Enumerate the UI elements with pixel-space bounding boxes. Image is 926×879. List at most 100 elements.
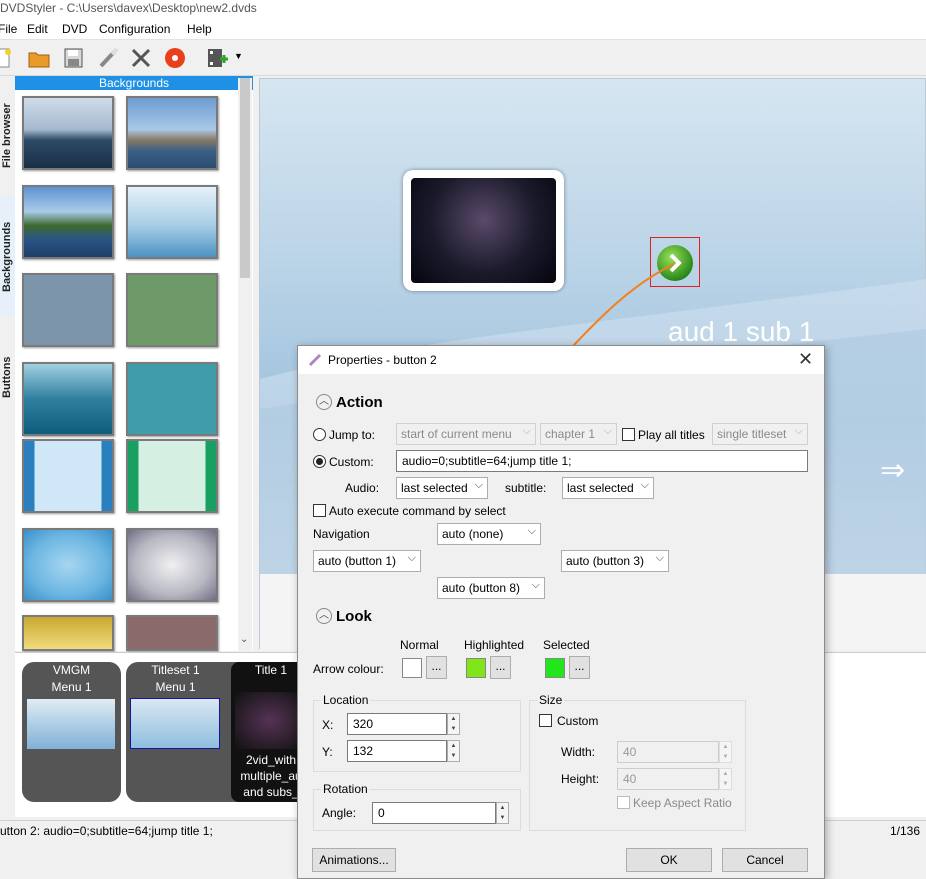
auto-execute-checkbox[interactable] xyxy=(313,504,326,517)
background-thumb[interactable] xyxy=(22,528,114,602)
y-label: Y: xyxy=(322,745,333,759)
menu-dvd[interactable]: DVD xyxy=(62,22,87,36)
play-all-titles-checkbox[interactable] xyxy=(622,428,635,441)
new-icon[interactable] xyxy=(0,47,16,69)
add-file-icon[interactable] xyxy=(205,47,229,69)
status-text: utton 2: audio=0;subtitle=64;jump title … xyxy=(0,824,213,838)
background-thumb[interactable] xyxy=(126,362,218,436)
dialog-title: Properties - button 2 xyxy=(328,353,437,367)
background-thumb[interactable] xyxy=(22,615,114,651)
chevron-down-icon[interactable]: ▼ xyxy=(234,51,246,73)
highlighted-color-swatch[interactable] xyxy=(466,658,486,678)
background-thumb[interactable] xyxy=(22,273,114,347)
vmgm-menu-thumb[interactable] xyxy=(27,699,115,749)
angle-spinner[interactable]: ▲ ▼ xyxy=(496,802,509,824)
keep-aspect-label: Keep Aspect Ratio xyxy=(633,796,732,810)
x-input[interactable]: 320 xyxy=(347,713,447,735)
dvdstyler-icon xyxy=(308,353,322,367)
ok-button[interactable]: OK xyxy=(626,848,712,872)
vmgm-card[interactable]: VMGM Menu 1 xyxy=(22,662,121,802)
save-icon[interactable] xyxy=(62,47,86,69)
menu-help[interactable]: Help xyxy=(187,22,212,36)
side-tabs: File browser Backgrounds Buttons xyxy=(0,76,15,651)
background-thumb[interactable] xyxy=(126,615,218,651)
chapter-select[interactable]: chapter 1 ⌵ xyxy=(540,423,617,445)
width-input[interactable]: 40 xyxy=(617,741,719,763)
size-custom-checkbox[interactable] xyxy=(539,714,552,727)
custom-label: Custom: xyxy=(329,455,374,469)
close-icon[interactable]: ✕ xyxy=(798,349,813,370)
normal-color-button[interactable]: ... xyxy=(426,656,447,679)
collapse-icon[interactable]: ︿ xyxy=(316,394,332,410)
normal-label: Normal xyxy=(400,638,439,652)
title-thumb[interactable] xyxy=(235,692,305,749)
x-spinner[interactable]: ▲ ▼ xyxy=(447,713,460,735)
background-thumb[interactable] xyxy=(126,96,218,170)
nav-right-select[interactable]: auto (button 3) ⌵ xyxy=(561,550,669,572)
angle-input[interactable]: 0 xyxy=(372,802,496,824)
tab-file-browser[interactable]: File browser xyxy=(0,86,15,186)
custom-command-input[interactable]: audio=0;subtitle=64;jump title 1; xyxy=(396,450,808,472)
titleset-mode-select[interactable]: single titleset ⌵ xyxy=(712,423,808,445)
tab-backgrounds[interactable]: Backgrounds xyxy=(0,196,15,316)
audio-select[interactable]: last selected ⌵ xyxy=(396,477,488,499)
scroll-down-icon[interactable]: ⌄ xyxy=(240,634,248,645)
background-thumb[interactable] xyxy=(126,185,218,259)
normal-color-swatch[interactable] xyxy=(402,658,422,678)
auto-execute-label: Auto execute command by select xyxy=(329,504,506,518)
arrow-colour-label: Arrow colour: xyxy=(313,662,384,676)
menu-file[interactable]: File xyxy=(0,22,17,36)
open-folder-icon[interactable] xyxy=(27,47,51,69)
background-thumb[interactable] xyxy=(22,439,114,513)
subtitle-select[interactable]: last selected ⌵ xyxy=(562,477,654,499)
height-label: Height: xyxy=(561,772,600,786)
menu-bar: File Edit DVD Configuration Help xyxy=(0,18,926,40)
angle-label: Angle: xyxy=(322,806,357,820)
y-spinner[interactable]: ▲ ▼ xyxy=(447,740,460,762)
play-all-titles-label: Play all titles xyxy=(638,428,705,442)
highlighted-color-button[interactable]: ... xyxy=(490,656,511,679)
background-thumb[interactable] xyxy=(126,439,218,513)
jump-target-select[interactable]: start of current menu ⌵ xyxy=(396,423,536,445)
keep-aspect-checkbox[interactable] xyxy=(617,796,630,809)
background-thumb[interactable] xyxy=(22,362,114,436)
location-label: Location xyxy=(321,693,371,707)
action-section-header[interactable]: ︿ Action xyxy=(316,394,383,411)
jump-to-radio[interactable] xyxy=(313,428,326,441)
background-thumb[interactable] xyxy=(126,528,218,602)
background-thumb[interactable] xyxy=(126,273,218,347)
tab-buttons[interactable]: Buttons xyxy=(0,336,15,406)
cancel-button[interactable]: Cancel xyxy=(722,848,808,872)
y-input[interactable]: 132 xyxy=(347,740,447,762)
toolbar: ▼ xyxy=(0,40,926,76)
collapse-icon[interactable]: ︿ xyxy=(316,608,332,624)
titleset-menu-thumb[interactable] xyxy=(130,698,220,749)
menu-edit[interactable]: Edit xyxy=(27,22,48,36)
highlighted-label: Highlighted xyxy=(464,638,525,652)
settings-tools-icon[interactable] xyxy=(130,47,154,69)
height-spinner[interactable]: ▲ ▼ xyxy=(719,768,732,790)
x-label: X: xyxy=(322,718,334,732)
size-label: Size xyxy=(537,693,565,707)
wand-icon[interactable] xyxy=(97,47,121,69)
height-input[interactable]: 40 xyxy=(617,768,719,790)
canvas-text[interactable]: aud 1 sub 1 xyxy=(668,316,814,348)
selected-color-button[interactable]: ... xyxy=(569,656,590,679)
selected-label: Selected xyxy=(543,638,590,652)
nav-down-select[interactable]: auto (button 8) ⌵ xyxy=(437,577,545,599)
look-section-header[interactable]: ︿ Look xyxy=(316,608,372,625)
background-thumb[interactable] xyxy=(22,96,114,170)
width-spinner[interactable]: ▲ ▼ xyxy=(719,741,732,763)
navigation-label: Navigation xyxy=(313,527,370,541)
nav-up-select[interactable]: auto (none) ⌵ xyxy=(437,523,541,545)
menu-configuration[interactable]: Configuration xyxy=(99,22,170,36)
custom-radio[interactable] xyxy=(313,455,326,468)
backgrounds-scrollbar[interactable]: ⌄ xyxy=(238,78,252,651)
window-title: DVDStyler - C:\Users\davex\Desktop\new2.… xyxy=(0,1,257,15)
background-thumb[interactable] xyxy=(22,185,114,259)
nav-left-select[interactable]: auto (button 1) ⌵ xyxy=(313,550,421,572)
burn-dvd-icon[interactable] xyxy=(163,47,187,69)
next-arrow-icon[interactable]: ⇒ xyxy=(880,453,905,488)
animations-button[interactable]: Animations... xyxy=(312,848,396,872)
selected-color-swatch[interactable] xyxy=(545,658,565,678)
